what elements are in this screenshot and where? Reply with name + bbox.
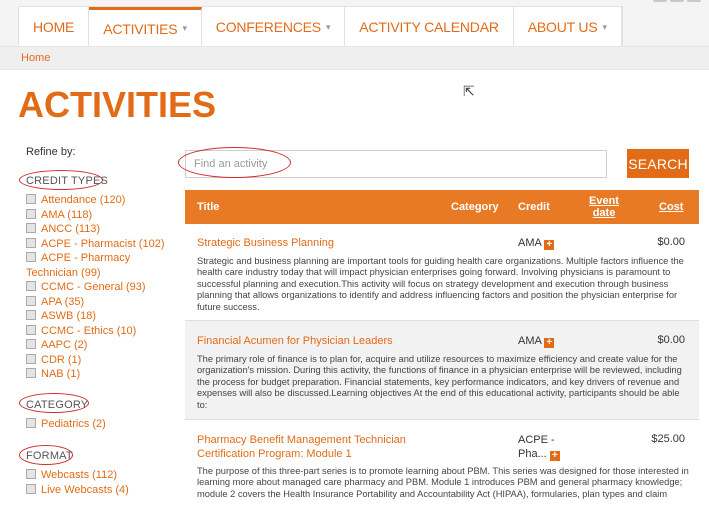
plus-icon[interactable]: + bbox=[544, 240, 555, 250]
activity-description: Strategic and business planning are impo… bbox=[197, 256, 684, 312]
checkbox[interactable] bbox=[26, 324, 36, 335]
filter-option[interactable]: AAPC (2) bbox=[26, 338, 176, 353]
checkbox[interactable] bbox=[26, 310, 36, 320]
cost-cell: $0.00 bbox=[657, 334, 685, 346]
filter-option[interactable]: Attendance (120) bbox=[26, 193, 176, 208]
filter-heading-category: CATEGORY bbox=[26, 399, 89, 411]
chevron-down-icon: ▾ bbox=[182, 23, 187, 33]
category-list: Pediatrics (2) bbox=[26, 417, 176, 432]
activity-title-link[interactable]: Strategic Business Planning bbox=[197, 236, 447, 250]
checkbox[interactable] bbox=[26, 237, 36, 248]
checkbox[interactable] bbox=[26, 368, 36, 378]
filter-option[interactable]: Live Webcasts (4) bbox=[26, 483, 176, 498]
checkbox[interactable] bbox=[26, 339, 36, 349]
checkbox[interactable] bbox=[26, 281, 36, 291]
filter-option[interactable]: Pediatrics (2) bbox=[26, 417, 176, 432]
column-event-date[interactable]: Event date bbox=[587, 195, 621, 219]
checkbox[interactable] bbox=[26, 223, 36, 233]
table-row: Pharmacy Benefit Management Technician C… bbox=[185, 420, 699, 508]
table-row: Strategic Business Planning AMA + $0.00 … bbox=[185, 224, 699, 321]
credit-cell: AMA + bbox=[518, 334, 555, 348]
breadcrumb: Home bbox=[0, 46, 709, 70]
main-nav: HOME ACTIVITIES ▾ CONFERENCES ▾ ACTIVITY C… bbox=[18, 6, 623, 47]
checkbox[interactable] bbox=[26, 295, 36, 306]
annotation-circle bbox=[178, 147, 291, 178]
table-header: Title Category Credit Event date Cost bbox=[185, 190, 699, 224]
checkbox[interactable] bbox=[26, 483, 36, 494]
nav-home[interactable]: HOME bbox=[19, 7, 90, 47]
top-utility-icons bbox=[653, 0, 701, 2]
checkbox[interactable] bbox=[26, 252, 36, 262]
activity-title-link[interactable]: Financial Acumen for Physician Leaders bbox=[197, 334, 447, 348]
cost-cell: $25.00 bbox=[651, 433, 685, 445]
column-title[interactable]: Title bbox=[197, 201, 219, 213]
nav-activity-calendar[interactable]: ACTIVITY CALENDAR bbox=[345, 7, 514, 47]
checkbox[interactable] bbox=[26, 469, 36, 479]
nav-about-us[interactable]: ABOUT US ▾ bbox=[514, 7, 622, 47]
credit-cell: ACPE - Pha... + bbox=[518, 433, 568, 461]
page-title: ACTIVITIES bbox=[18, 84, 217, 125]
chevron-down-icon: ▾ bbox=[325, 21, 331, 32]
filter-option[interactable]: CDR (1) bbox=[26, 353, 176, 368]
plus-icon[interactable]: + bbox=[544, 338, 555, 348]
plus-icon[interactable]: + bbox=[549, 451, 560, 461]
checkbox[interactable] bbox=[26, 353, 36, 364]
nav-conferences[interactable]: CONFERENCES ▾ bbox=[202, 7, 346, 47]
filter-option[interactable]: CCMC - Ethics (10) bbox=[26, 324, 176, 339]
column-category[interactable]: Category bbox=[451, 201, 499, 213]
filter-heading-format: FORMAT bbox=[26, 450, 73, 462]
chevron-down-icon: ▾ bbox=[602, 21, 607, 32]
activity-description: The primary role of finance is to plan f… bbox=[197, 354, 682, 410]
format-list: Webcasts (112) Live Webcasts (4) bbox=[26, 468, 176, 497]
filter-option[interactable]: ASWB (18) bbox=[26, 309, 176, 324]
filter-heading-credit-types: CREDIT TYPES bbox=[26, 175, 109, 187]
filter-option[interactable]: ACPE - Pharmacy Technician (99) bbox=[26, 251, 176, 280]
credit-types-list: Attendance (120) AMA (118) ANCC (113) AC… bbox=[26, 193, 176, 382]
filter-option[interactable]: ACPE - Pharmacist (102) bbox=[26, 237, 176, 252]
checkbox[interactable] bbox=[26, 208, 36, 219]
filter-option[interactable]: AMA (118) bbox=[26, 208, 176, 223]
activity-description: The purpose of this three-part series is… bbox=[197, 466, 689, 499]
filter-option[interactable]: CCMC - General (93) bbox=[26, 280, 176, 295]
search-button[interactable]: SEARCH bbox=[627, 149, 689, 178]
filter-option[interactable]: Webcasts (112) bbox=[26, 468, 176, 483]
filter-option[interactable]: ANCC (113) bbox=[26, 222, 176, 237]
refine-label: Refine by: bbox=[26, 146, 76, 158]
column-credit[interactable]: Credit bbox=[518, 201, 550, 213]
filter-option[interactable]: NAB (1) bbox=[26, 367, 176, 382]
table-row: Financial Acumen for Physician Leaders A… bbox=[185, 321, 699, 420]
column-cost[interactable]: Cost bbox=[659, 201, 683, 213]
activity-title-link[interactable]: Pharmacy Benefit Management Technician C… bbox=[197, 433, 427, 461]
filter-option[interactable]: APA (35) bbox=[26, 295, 176, 310]
mouse-cursor-icon: ⇱ bbox=[463, 83, 475, 99]
checkbox[interactable] bbox=[26, 194, 36, 204]
nav-activities[interactable]: ACTIVITIES ▾ bbox=[89, 7, 202, 47]
cost-cell: $0.00 bbox=[657, 236, 685, 248]
activities-table: Title Category Credit Event date Cost St… bbox=[185, 190, 699, 508]
credit-cell: AMA + bbox=[518, 236, 555, 250]
breadcrumb-home-link[interactable]: Home bbox=[21, 52, 50, 64]
checkbox[interactable] bbox=[26, 418, 36, 428]
